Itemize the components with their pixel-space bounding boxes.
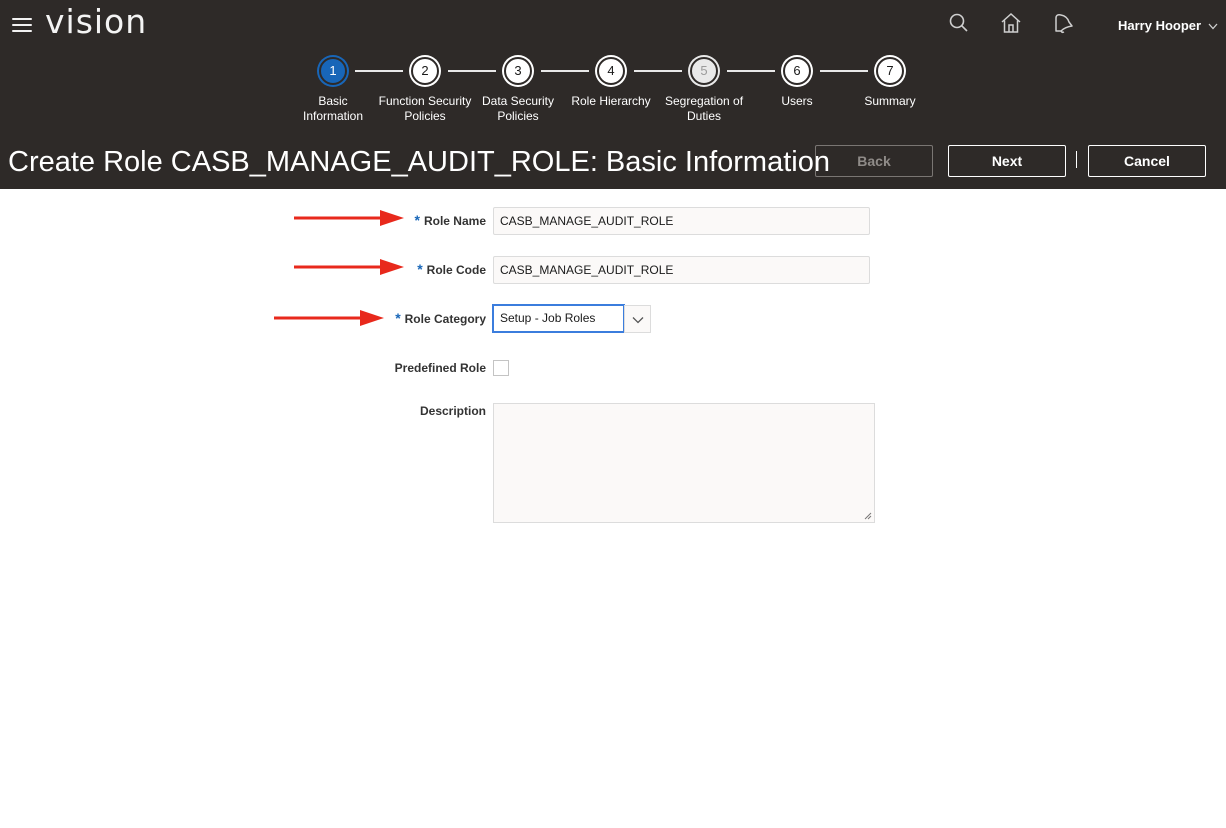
train-stop-number: 4 — [597, 57, 625, 85]
role-category-dropdown-button[interactable] — [624, 305, 651, 333]
train-stop-summary[interactable]: 7 Summary — [830, 56, 950, 109]
description-label: Description — [419, 404, 486, 418]
required-marker: * — [414, 212, 420, 228]
description-textarea[interactable] — [493, 403, 875, 523]
resize-handle-icon[interactable] — [864, 512, 872, 520]
role-category-label: * Role Category — [395, 310, 486, 326]
user-menu[interactable]: Harry Hooper — [1118, 18, 1218, 33]
train-stop-number: 3 — [504, 57, 532, 85]
chevron-down-icon — [1208, 23, 1218, 30]
train-stop-label: Data Security Policies — [481, 94, 555, 123]
train-stop-number: 6 — [783, 57, 811, 85]
process-train: 1 Basic Information 2 Function Security … — [0, 56, 1226, 126]
train-stop-label: Basic Information — [302, 94, 364, 123]
annotation-arrow — [274, 310, 384, 326]
role-code-label: * Role Code — [417, 261, 486, 277]
app-logo: vision — [45, 2, 148, 41]
annotation-arrow — [294, 259, 404, 275]
role-name-label: * Role Name — [414, 212, 486, 228]
role-code-input[interactable]: CASB_MANAGE_AUDIT_ROLE — [493, 256, 870, 284]
notifications-icon[interactable] — [1052, 12, 1074, 34]
predefined-role-checkbox[interactable] — [493, 360, 509, 376]
train-stop-label: Summary — [864, 94, 916, 108]
cancel-button[interactable]: Cancel — [1088, 145, 1206, 177]
required-marker: * — [395, 310, 401, 326]
page-title: Create Role CASB_MANAGE_AUDIT_ROLE: Basi… — [8, 146, 830, 178]
predefined-role-label: Predefined Role — [394, 361, 486, 375]
user-name: Harry Hooper — [1118, 18, 1202, 33]
train-stop-number: 1 — [319, 57, 347, 85]
role-name-input[interactable]: CASB_MANAGE_AUDIT_ROLE — [493, 207, 870, 235]
role-category-select[interactable]: Setup - Job Roles — [492, 304, 625, 333]
button-divider — [1076, 151, 1077, 168]
home-icon[interactable] — [1000, 12, 1022, 34]
train-stop-number: 2 — [411, 57, 439, 85]
top-header: vision Harry Hooper 1 Basic Information … — [0, 0, 1226, 189]
required-marker: * — [417, 261, 423, 277]
train-stop-number: 7 — [876, 57, 904, 85]
annotation-arrow — [294, 210, 404, 226]
menu-icon[interactable] — [12, 18, 32, 34]
next-button[interactable]: Next — [948, 145, 1066, 177]
back-button[interactable]: Back — [815, 145, 933, 177]
chevron-down-icon — [632, 317, 644, 324]
train-stop-number: 5 — [690, 57, 718, 85]
search-icon[interactable] — [948, 12, 970, 34]
